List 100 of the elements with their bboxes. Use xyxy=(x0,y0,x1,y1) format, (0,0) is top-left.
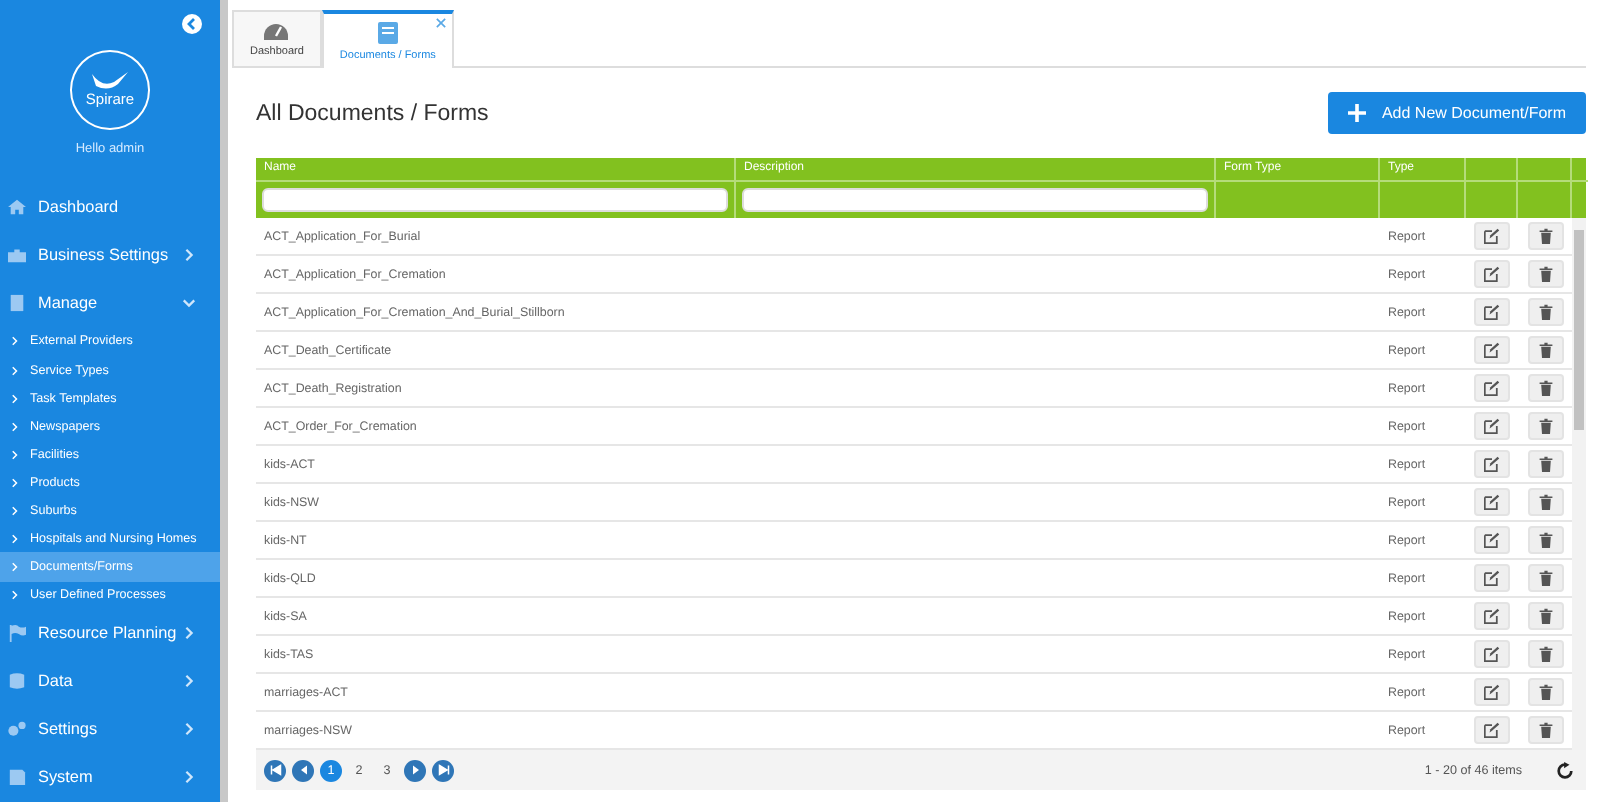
chevron-icon xyxy=(12,336,18,347)
nav-item[interactable]: Dashboard xyxy=(0,183,220,232)
edit-icon xyxy=(1484,722,1500,738)
nav-item[interactable]: System xyxy=(0,753,220,802)
chevron-icon xyxy=(12,505,18,516)
delete-button[interactable] xyxy=(1527,412,1563,440)
chevron-icon xyxy=(12,449,18,460)
chevron-icon xyxy=(182,296,196,311)
database-icon xyxy=(8,672,26,691)
trash-icon xyxy=(1537,456,1553,472)
delete-button[interactable] xyxy=(1527,716,1563,744)
chevron-icon xyxy=(182,248,196,263)
edit-button[interactable] xyxy=(1474,564,1510,592)
chevron-icon xyxy=(12,421,18,432)
edit-icon xyxy=(1484,304,1500,320)
nav-item[interactable]: Manage xyxy=(0,279,220,328)
edit-button[interactable] xyxy=(1474,678,1510,706)
delete-button[interactable] xyxy=(1527,298,1563,326)
chevron-icon xyxy=(12,561,18,572)
trash-icon xyxy=(1537,608,1553,624)
nav-item[interactable]: Resource Planning xyxy=(0,609,220,658)
trash-icon xyxy=(1537,342,1553,358)
previous-icon xyxy=(297,764,309,776)
add-button[interactable]: Add New Document/Form xyxy=(1327,92,1586,134)
edit-icon xyxy=(1484,380,1500,396)
next-icon xyxy=(409,764,421,776)
briefcase-icon xyxy=(8,246,26,265)
last-page-icon xyxy=(437,764,449,776)
edit-button[interactable] xyxy=(1474,374,1510,402)
trash-icon xyxy=(1537,646,1553,662)
filter-field[interactable] xyxy=(262,188,728,212)
delete-button[interactable] xyxy=(1527,336,1563,364)
edit-icon xyxy=(1484,418,1500,434)
edit-button[interactable] xyxy=(1474,526,1510,554)
filter-field[interactable] xyxy=(742,188,1208,212)
delete-button[interactable] xyxy=(1527,260,1563,288)
chevron-icon xyxy=(182,722,196,737)
edit-icon xyxy=(1484,608,1500,624)
edit-icon xyxy=(1484,228,1500,244)
page-title: All Documents / Forms xyxy=(256,101,489,125)
edit-icon xyxy=(1484,684,1500,700)
flag-icon xyxy=(8,624,26,643)
trash-icon xyxy=(1537,494,1553,510)
delete-button[interactable] xyxy=(1527,450,1563,478)
chevron-icon xyxy=(12,393,18,404)
edit-button[interactable] xyxy=(1474,602,1510,630)
delete-button[interactable] xyxy=(1527,678,1563,706)
trash-icon xyxy=(1537,266,1553,282)
edit-button[interactable] xyxy=(1474,488,1510,516)
nav-item[interactable]: Settings xyxy=(0,705,220,754)
delete-button[interactable] xyxy=(1527,564,1563,592)
chevron-icon xyxy=(182,626,196,641)
chevron-icon xyxy=(12,590,18,601)
edit-icon xyxy=(1484,342,1500,358)
nav-item[interactable]: Data xyxy=(0,657,220,706)
trash-icon xyxy=(1537,722,1553,738)
trash-icon xyxy=(1537,418,1553,434)
chevron-icon xyxy=(182,674,196,689)
collapse-icon[interactable] xyxy=(182,14,202,34)
edit-icon xyxy=(1484,494,1500,510)
trash-icon xyxy=(1537,304,1553,320)
edit-button[interactable] xyxy=(1474,336,1510,364)
nav-item[interactable]: Business Settings xyxy=(0,231,220,280)
delete-button[interactable] xyxy=(1527,488,1563,516)
trash-icon xyxy=(1537,532,1553,548)
edit-button[interactable] xyxy=(1474,222,1510,250)
document-icon xyxy=(377,21,398,43)
trash-icon xyxy=(1537,228,1553,244)
edit-button[interactable] xyxy=(1474,260,1510,288)
first-page-button[interactable] xyxy=(264,759,286,781)
close-icon[interactable] xyxy=(435,18,446,28)
chevron-icon xyxy=(12,477,18,488)
chevron-icon xyxy=(12,533,18,544)
delete-button[interactable] xyxy=(1527,526,1563,554)
trash-icon xyxy=(1537,570,1553,586)
last-page-button[interactable] xyxy=(432,759,454,781)
gauge-icon xyxy=(264,20,289,40)
trash-icon xyxy=(1537,380,1553,396)
first-page-icon xyxy=(269,764,281,776)
edit-icon xyxy=(1484,570,1500,586)
delete-button[interactable] xyxy=(1527,640,1563,668)
edit-icon xyxy=(1484,532,1500,548)
delete-button[interactable] xyxy=(1527,602,1563,630)
refresh-icon[interactable] xyxy=(1556,761,1574,779)
next-page-button[interactable] xyxy=(404,759,426,781)
delete-button[interactable] xyxy=(1527,374,1563,402)
edit-icon xyxy=(1484,456,1500,472)
bird-icon xyxy=(90,70,130,91)
chevron-icon xyxy=(182,770,196,785)
previous-page-button[interactable] xyxy=(292,759,314,781)
edit-button[interactable] xyxy=(1474,298,1510,326)
plus-icon xyxy=(1347,104,1366,122)
edit-button[interactable] xyxy=(1474,412,1510,440)
edit-button[interactable] xyxy=(1474,640,1510,668)
edit-button[interactable] xyxy=(1474,716,1510,744)
trash-icon xyxy=(1537,684,1553,700)
edit-icon xyxy=(1484,266,1500,282)
home-icon xyxy=(8,198,26,217)
edit-button[interactable] xyxy=(1474,450,1510,478)
delete-button[interactable] xyxy=(1527,222,1563,250)
